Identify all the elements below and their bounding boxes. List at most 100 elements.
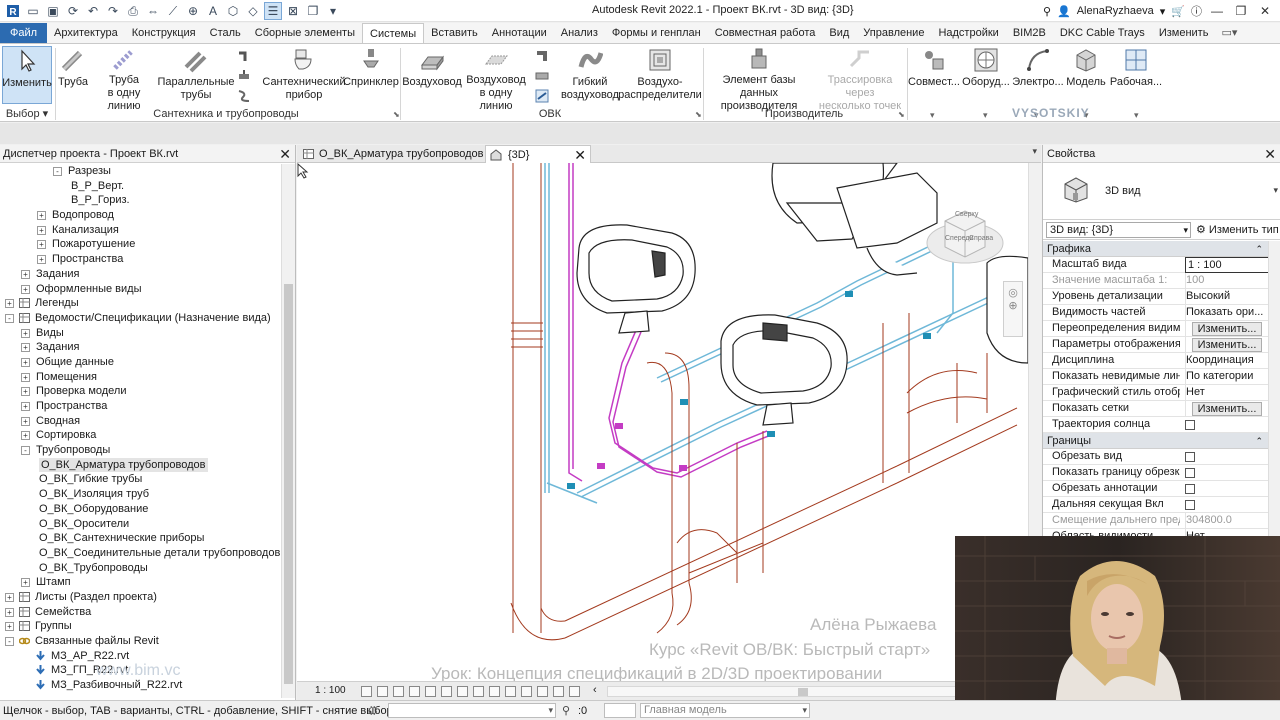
expand-icon[interactable]: + (5, 622, 14, 632)
property-value[interactable]: Показать ори... (1185, 305, 1269, 321)
undo-icon[interactable]: ↶ (84, 2, 102, 20)
model-button[interactable]: Модель (1064, 46, 1108, 104)
steering-wheel-icon[interactable]: ◎ (1004, 286, 1022, 299)
tree-item[interactable]: О_ВК_Оросители (0, 517, 281, 532)
section-icon[interactable]: ◇ (244, 2, 262, 20)
parallel-pipes-button[interactable]: Параллельные трубы (157, 46, 235, 104)
close-hidden-icon[interactable]: ⊠ (284, 2, 302, 20)
tab-collaborate[interactable]: Совместная работа (708, 23, 823, 43)
chevron-down-icon[interactable]: ▾ (930, 110, 935, 121)
flex-pipe-icon[interactable] (236, 88, 252, 104)
tab-modify[interactable]: Изменить (1152, 23, 1216, 43)
property-group-header[interactable]: Графика ⌃ (1043, 241, 1269, 257)
expand-icon[interactable]: + (21, 578, 30, 588)
tree-item[interactable]: О_ВК_Изоляция труб (0, 487, 281, 502)
dimension-icon[interactable]: ⟋ (164, 2, 182, 20)
sync-icon[interactable]: ⟳ (64, 2, 82, 20)
tree-item[interactable]: + Сортировка (0, 428, 281, 443)
tab-massing[interactable]: Формы и генплан (605, 23, 708, 43)
tab-view-3d[interactable]: {3D} ✕ (485, 145, 591, 163)
property-checkbox[interactable] (1185, 420, 1195, 430)
chevron-down-icon[interactable]: ▾ (1273, 185, 1278, 196)
air-terminal-button[interactable]: Воздухо- распределители (618, 46, 702, 104)
panel-select-label[interactable]: Выбор ▾ (2, 107, 52, 121)
collapse-icon[interactable]: - (21, 446, 30, 456)
instance-selector[interactable]: 3D вид: {3D} ▾ (1046, 222, 1191, 238)
shadows-icon[interactable] (409, 686, 420, 697)
tree-item[interactable]: + Водопровод (0, 208, 281, 223)
tree-item[interactable]: + Помещения (0, 370, 281, 385)
tree-item[interactable]: О_ВК_Соединительные детали трубопроводов (0, 546, 281, 561)
expand-icon[interactable]: + (37, 255, 46, 265)
tree-item[interactable]: + Виды (0, 326, 281, 341)
analytical-model-icon[interactable] (537, 686, 548, 697)
property-input[interactable]: 1 : 100 (1185, 257, 1269, 273)
electrical-button[interactable]: Электро... (1012, 46, 1064, 104)
fabrication-part-button[interactable]: Элемент базы данных производителя (704, 46, 814, 112)
horizontal-scroll-thumb[interactable] (798, 688, 808, 696)
redo-icon[interactable]: ↷ (104, 2, 122, 20)
expand-icon[interactable]: + (21, 372, 30, 382)
tab-structure[interactable]: Конструкция (125, 23, 203, 43)
zoom-icon[interactable]: ⊕ (1004, 299, 1022, 312)
tree-item[interactable]: О_ВК_Гибкие трубы (0, 472, 281, 487)
expand-icon[interactable]: + (37, 240, 46, 250)
tree-item[interactable]: О_ВК_Арматура трубопроводов (0, 457, 281, 473)
reveal-hidden-icon[interactable] (505, 686, 516, 697)
close-icon[interactable]: ✕ (1256, 4, 1274, 18)
ribbon-options-icon[interactable]: ▭▾ (1215, 23, 1243, 43)
minimize-icon[interactable]: — (1208, 4, 1226, 18)
collapse-icon[interactable]: - (53, 167, 62, 176)
sun-path-icon[interactable] (393, 686, 404, 697)
design-option-field[interactable]: Главная модель ▾ (640, 703, 810, 718)
render-icon[interactable] (425, 686, 436, 697)
tree-item[interactable]: - Трубопроводы (0, 443, 281, 458)
text-icon[interactable]: A (204, 2, 222, 20)
binoculars-icon[interactable]: ⚲ (1043, 5, 1051, 18)
workset-icon[interactable]: ⛭ (368, 703, 378, 718)
tree-item[interactable]: О_ВК_Трубопроводы (0, 561, 281, 576)
cart-icon[interactable]: 🛒 (1171, 5, 1185, 18)
user-icon[interactable]: 👤 (1057, 5, 1071, 18)
viewcube-right-label[interactable]: Справа (969, 235, 993, 242)
plumbing-fixture-button[interactable]: Сантехнический прибор (262, 46, 346, 104)
tree-item[interactable]: + Листы (Раздел проекта) (0, 590, 281, 605)
property-edit-button[interactable]: Изменить... (1192, 322, 1262, 336)
edit-type-button[interactable]: ⚙ Изменить тип (1196, 223, 1279, 236)
tree-item[interactable]: + Пожаротушение (0, 237, 281, 252)
expand-icon[interactable]: + (5, 299, 14, 309)
expand-icon[interactable]: + (21, 387, 30, 397)
tree-item[interactable]: - Связанные файлы Revit (0, 634, 281, 649)
expand-icon[interactable]: + (5, 607, 14, 617)
tree-item[interactable]: + Пространства (0, 399, 281, 414)
tree-item[interactable]: + Семейства (0, 605, 281, 620)
tree-item[interactable]: - Ведомости/Спецификации (Назначение вида… (0, 311, 281, 326)
property-checkbox[interactable] (1185, 484, 1195, 494)
duct-accessory-icon[interactable] (534, 68, 550, 84)
expand-icon[interactable]: + (21, 402, 30, 411)
property-value[interactable]: Высокий (1185, 289, 1269, 305)
close-icon[interactable]: ✕ (574, 146, 586, 164)
tab-architecture[interactable]: Архитектура (47, 23, 125, 43)
panel-hvac-launcher-icon[interactable]: ⬊ (695, 110, 702, 119)
duct-fitting-icon[interactable] (534, 48, 550, 64)
restore-icon[interactable]: ❐ (1232, 4, 1250, 18)
tree-item[interactable]: + Группы (0, 619, 281, 634)
filter-icon[interactable] (604, 703, 636, 718)
tree-item[interactable]: В_Р_Верт. (0, 179, 281, 194)
default-3d-icon[interactable]: ⬡ (224, 2, 242, 20)
tab-manage[interactable]: Управление (856, 23, 931, 43)
collapse-icon[interactable]: ⌃ (1255, 241, 1263, 257)
revit-logo-icon[interactable]: R (4, 2, 22, 20)
temporary-hide-icon[interactable] (489, 686, 500, 697)
navigation-bar[interactable]: ◎ ⊕ (1003, 281, 1023, 337)
pipe-button[interactable]: Труба (56, 46, 90, 104)
tree-item[interactable]: + Легенды (0, 296, 281, 311)
view-scale[interactable]: 1 : 100 (315, 685, 346, 696)
multi-point-routing-button[interactable]: Трассировка через несколько точек (814, 46, 906, 112)
chevron-down-icon[interactable]: ▾ (983, 110, 988, 121)
collapse-icon[interactable]: ⌃ (1255, 433, 1263, 449)
tab-addins[interactable]: Надстройки (931, 23, 1005, 43)
tree-item[interactable]: + Штамп (0, 575, 281, 590)
close-icon[interactable]: ✕ (279, 145, 291, 163)
